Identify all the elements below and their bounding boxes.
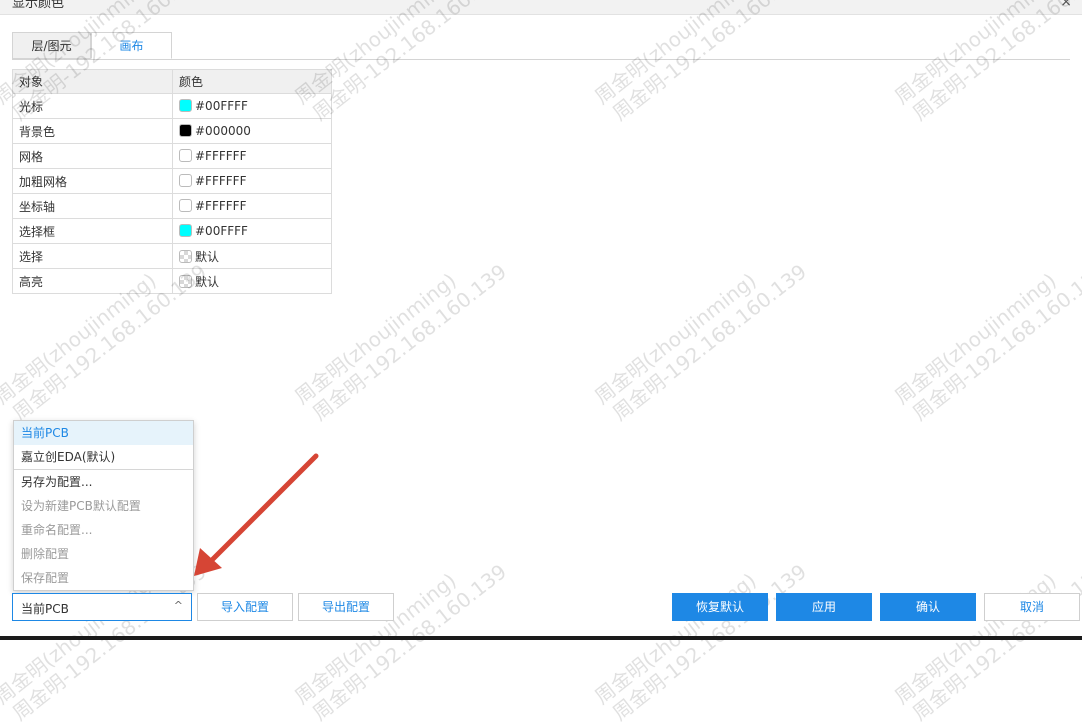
table-row[interactable]: 背景色 #000000 [12,118,332,144]
object-name: 光标 [12,93,173,119]
watermark-line: 周金明-192.168.160.139 [307,0,512,126]
header-color: 颜色 [172,69,332,94]
color-value: #000000 [195,124,251,138]
color-swatch-icon[interactable] [179,274,192,288]
object-name: 背景色 [12,118,173,144]
close-icon[interactable]: × [1060,0,1072,10]
object-name: 选择框 [12,218,173,244]
confirm-button[interactable]: 确认 [880,593,976,621]
watermark: 周金明(zhoujinming)周金明-192.168.160.139 [590,540,811,727]
color-cell[interactable]: #FFFFFF [172,168,332,194]
color-value: #FFFFFF [195,149,247,163]
table-row[interactable]: 网格 #FFFFFF [12,143,332,169]
table-row[interactable]: 高亮 默认 [12,268,332,294]
config-select[interactable]: 当前PCB ^ [12,593,192,621]
watermark: 周金明(zhoujinming)周金明-192.168.160.139 [890,540,1082,727]
watermark: 周金明(zhoujinming)周金明-192.168.160.139 [590,240,811,427]
tab-canvas[interactable]: 画布 [91,32,172,59]
color-cell[interactable]: #00FFFF [172,218,332,244]
window-title: 显示颜色 [12,0,65,11]
menu-item[interactable]: 重命名配置... [14,518,193,542]
export-config-button[interactable]: 导出配置 [298,593,394,621]
taskbar-edge [0,636,1082,640]
color-swatch-icon[interactable] [179,124,192,137]
watermark-line: 周金明(zhoujinming) [890,0,1061,109]
cancel-button[interactable]: 取消 [984,593,1080,621]
color-cell[interactable]: #000000 [172,118,332,144]
object-name: 网格 [12,143,173,169]
tab-bar: 层/图元 画布 [12,32,172,60]
object-name: 选择 [12,243,173,269]
import-config-button[interactable]: 导入配置 [197,593,293,621]
menu-item[interactable]: 当前PCB [14,421,193,445]
header-object: 对象 [12,69,173,94]
table-row[interactable]: 选择 默认 [12,243,332,269]
color-swatch-icon[interactable] [179,174,192,187]
color-swatch-icon[interactable] [179,149,192,162]
chevron-up-icon: ^ [173,599,183,612]
watermark: 周金明(zhoujinming)周金明-192.168.160.139 [890,0,1082,128]
color-cell[interactable]: #FFFFFF [172,143,332,169]
menu-item[interactable]: 删除配置 [14,542,193,566]
tab-divider [12,59,1070,60]
watermark-line: 周金明-192.168.160.139 [307,259,512,426]
reset-default-button[interactable]: 恢复默认 [672,593,768,621]
color-table: 对象 颜色 光标 #00FFFF 背景色 #000000 网格 #FFFFFF 加粗网格 #F… [12,69,332,294]
object-name: 坐标轴 [12,193,173,219]
watermark-line: 周金明(zhoujinming) [890,540,1082,709]
object-name: 高亮 [12,268,173,294]
tab-layers[interactable]: 层/图元 [12,32,91,59]
watermark-line: 周金明-192.168.160.139 [907,0,1082,126]
watermark-line: 周金明(zhoujinming) [590,540,796,709]
color-value: 默认 [195,249,220,264]
color-value: 默认 [195,274,220,289]
watermark-line: 周金明-192.168.160.139 [907,559,1082,726]
menu-item[interactable]: 另存为配置... [14,469,193,494]
color-value: #FFFFFF [195,199,247,213]
color-cell[interactable]: 默认 [172,268,332,294]
table-row[interactable]: 光标 #00FFFF [12,93,332,119]
color-cell[interactable]: #00FFFF [172,93,332,119]
watermark: 周金明(zhoujinming)周金明-192.168.160.139 [890,240,1082,427]
watermark-line: 周金明(zhoujinming) [590,268,761,409]
watermark-line: 周金明-192.168.160.139 [607,0,812,126]
table-row[interactable]: 选择框 #00FFFF [12,218,332,244]
watermark-line: 周金明(zhoujinming) [590,0,761,109]
color-value: #FFFFFF [195,174,247,188]
title-bar: 显示颜色 × [0,0,1082,15]
apply-button[interactable]: 应用 [776,593,872,621]
table-row[interactable]: 坐标轴 #FFFFFF [12,193,332,219]
color-swatch-icon[interactable] [179,224,192,237]
table-row[interactable]: 加粗网格 #FFFFFF [12,168,332,194]
annotation-arrow [194,453,319,576]
watermark-line: 周金明-192.168.160.139 [907,259,1082,426]
config-dropdown-menu: 当前PCB 嘉立创EDA(默认) 另存为配置... 设为新建PCB默认配置 重命名配置.… [13,420,194,591]
color-swatch-icon[interactable] [179,99,192,112]
color-cell[interactable]: #FFFFFF [172,193,332,219]
watermark: 周金明(zhoujinming)周金明-192.168.160.139 [590,0,811,128]
color-swatch-icon[interactable] [179,249,192,263]
color-value: #00FFFF [195,224,248,238]
color-cell[interactable]: 默认 [172,243,332,269]
watermark-line: 周金明(zhoujinming) [890,268,1061,409]
menu-item[interactable]: 嘉立创EDA(默认) [14,445,193,469]
menu-item[interactable]: 设为新建PCB默认配置 [14,494,193,518]
watermark-line: 周金明-192.168.160.139 [607,259,812,426]
object-name: 加粗网格 [12,168,173,194]
color-value: #00FFFF [195,99,248,113]
menu-item[interactable]: 保存配置 [14,566,193,590]
config-select-value: 当前PCB [21,602,69,616]
color-swatch-icon[interactable] [179,199,192,212]
watermark-line: 周金明-192.168.160.139 [607,559,812,726]
table-header-row: 对象 颜色 [12,69,332,94]
watermark-line: 周金明-192.168.160.139 [307,559,512,726]
